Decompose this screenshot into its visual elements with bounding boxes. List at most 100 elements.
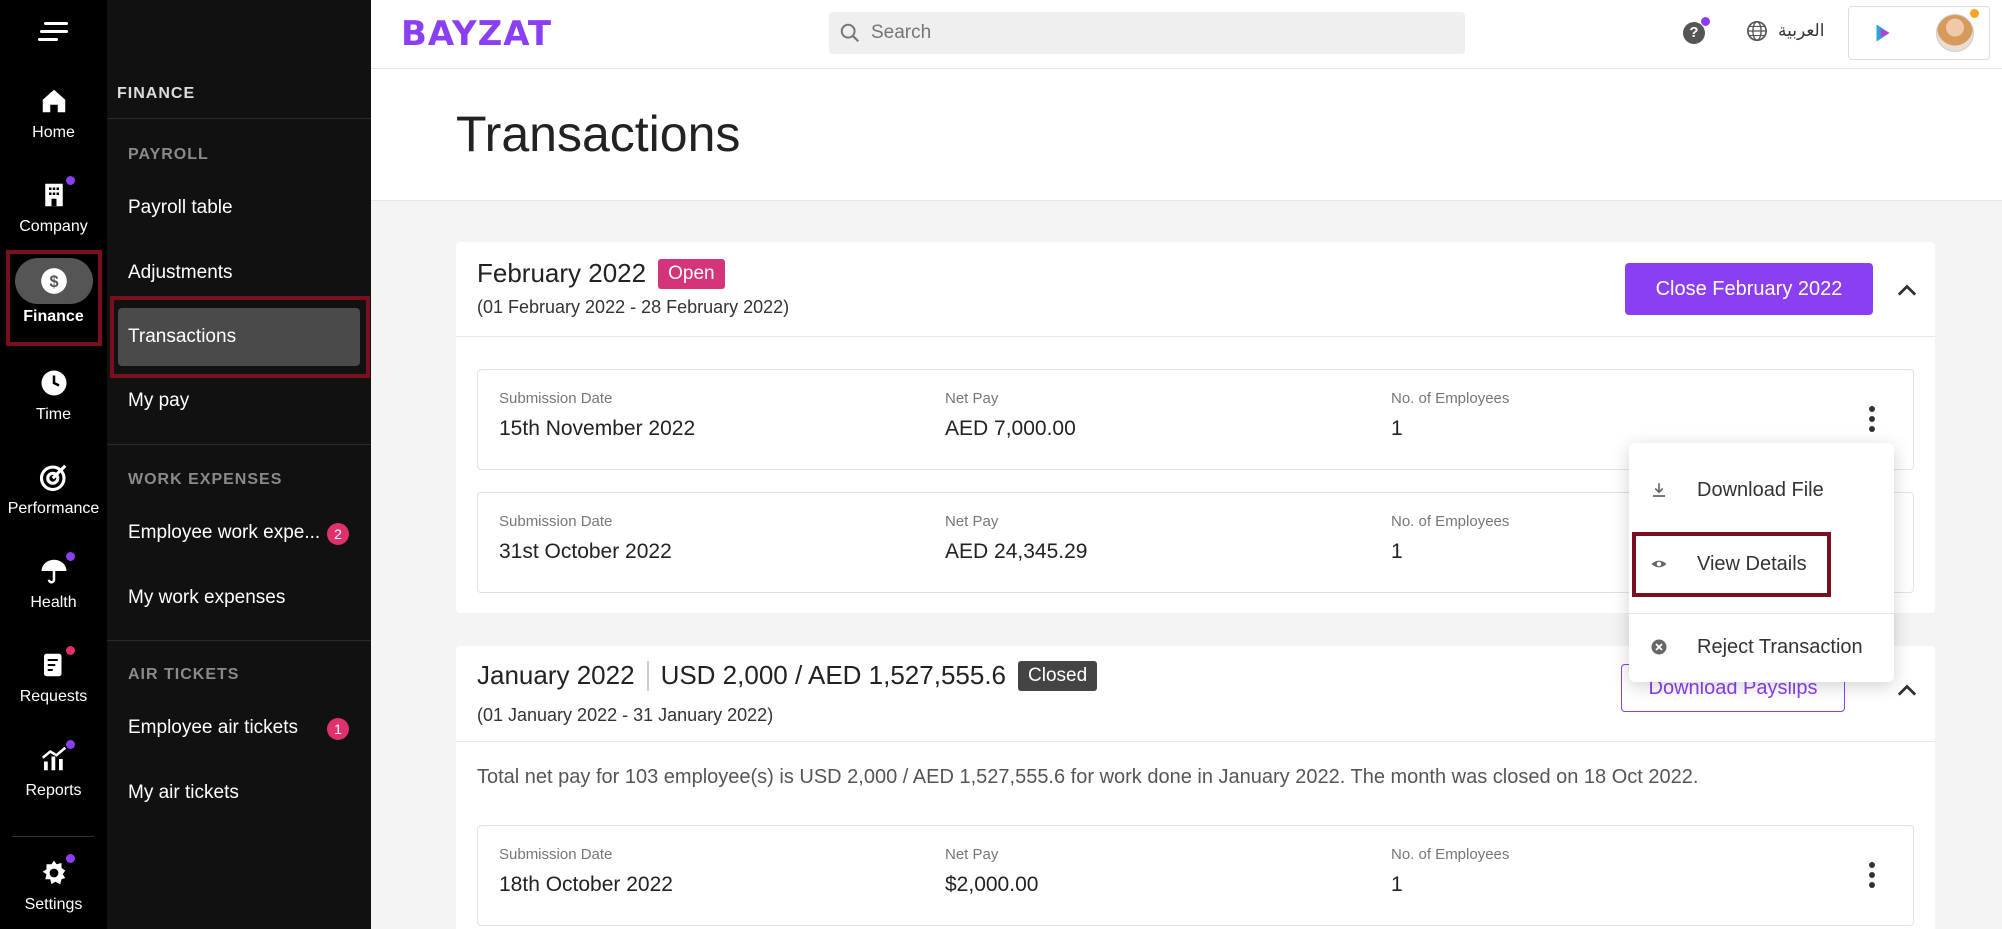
- rail-item-home[interactable]: Home: [0, 70, 107, 150]
- download-icon: [1649, 480, 1669, 500]
- rail-item-time[interactable]: Time: [0, 352, 107, 432]
- month-name: February 2022: [477, 258, 647, 288]
- kebab-menu-icon[interactable]: [1869, 406, 1877, 434]
- avatar: [1936, 14, 1974, 52]
- kebab-menu-icon[interactable]: [1869, 862, 1877, 890]
- rail-label: Reports: [25, 782, 82, 799]
- language-label: العربية: [1778, 21, 1825, 40]
- month-name: January 2022: [477, 660, 635, 690]
- search-bar[interactable]: [829, 12, 1465, 54]
- gear-icon: [37, 854, 75, 890]
- count-badge: 1: [327, 718, 349, 740]
- rail-item-health[interactable]: Health: [0, 540, 107, 620]
- help-icon[interactable]: ?: [1683, 17, 1710, 44]
- clock-icon: [37, 366, 71, 400]
- submission-cell: Submission Date 18th October 2022: [499, 846, 673, 897]
- transaction-row: Submission Date 18th October 2022 Net Pa…: [477, 825, 1914, 926]
- title-band: Transactions: [371, 69, 2002, 201]
- language-switch[interactable]: العربية: [1746, 20, 1824, 42]
- status-badge: Closed: [1018, 660, 1098, 691]
- submission-label: Submission Date: [499, 846, 613, 863]
- company-logo-icon: [1863, 17, 1903, 49]
- sidebar-item-payroll-table[interactable]: Payroll table: [128, 197, 233, 219]
- menu-icon[interactable]: [38, 22, 68, 46]
- section-air-tickets: AIR TICKETS: [128, 666, 240, 683]
- netpay-value: $2,000.00: [945, 873, 1039, 896]
- reports-icon: [37, 740, 75, 776]
- netpay-label: Net Pay: [945, 513, 999, 530]
- profile-menu[interactable]: [1848, 6, 1990, 60]
- menu-item-label: Reject Transaction: [1697, 635, 1863, 658]
- search-icon: [840, 23, 860, 43]
- employees-value: 1: [1391, 873, 1403, 896]
- month-card-january: January 2022 USD 2,000 / AED 1,527,555.6…: [456, 646, 1935, 929]
- sidebar-item-my-work-expenses[interactable]: My work expenses: [128, 587, 285, 609]
- x-circle-icon: [1649, 637, 1669, 657]
- submission-cell: Submission Date 15th November 2022: [499, 390, 695, 441]
- divider: [456, 336, 1935, 337]
- sidebar-item-my-air-tickets[interactable]: My air tickets: [128, 782, 239, 804]
- divider: [456, 741, 1935, 742]
- rail-label: Home: [32, 124, 75, 141]
- employees-cell: No. of Employees 1: [1391, 513, 1509, 564]
- month-title: February 2022 Open: [477, 258, 725, 289]
- close-month-button[interactable]: Close February 2022: [1625, 263, 1873, 315]
- chevron-up-icon[interactable]: [1893, 676, 1921, 704]
- rail-item-requests[interactable]: Requests: [0, 634, 107, 714]
- netpay-cell: Net Pay AED 24,345.29: [945, 513, 1087, 564]
- employees-cell: No. of Employees 1: [1391, 846, 1509, 897]
- sidebar-heading: FINANCE: [117, 85, 196, 102]
- submission-cell: Submission Date 31st October 2022: [499, 513, 672, 564]
- highlight-view-details: [1632, 532, 1831, 597]
- highlight-finance: [6, 250, 102, 346]
- netpay-cell: Net Pay $2,000.00: [945, 846, 1038, 897]
- month-range: (01 February 2022 - 28 February 2022): [477, 297, 790, 317]
- home-icon: [37, 84, 71, 118]
- rail-item-settings[interactable]: Settings: [0, 842, 107, 922]
- month-title: January 2022 USD 2,000 / AED 1,527,555.6…: [477, 660, 1098, 691]
- menu-item-download-file[interactable]: Download File: [1629, 460, 1894, 520]
- menu-item-reject-transaction[interactable]: Reject Transaction: [1629, 617, 1894, 677]
- rail-item-performance[interactable]: Performance: [0, 446, 107, 526]
- sidebar-item-adjustments[interactable]: Adjustments: [128, 262, 233, 284]
- netpay-label: Net Pay: [945, 846, 999, 863]
- rail-label: Company: [19, 218, 88, 235]
- rail-item-reports[interactable]: Reports: [0, 728, 107, 808]
- divider: [107, 640, 371, 641]
- rail-item-company[interactable]: Company: [0, 164, 107, 244]
- top-bar: BAYZAT ? العربية: [371, 0, 2002, 69]
- employees-label: No. of Employees: [1391, 513, 1510, 530]
- rail-divider: [12, 836, 94, 837]
- target-icon: [37, 460, 71, 494]
- rail-label: Health: [30, 594, 77, 611]
- notification-dot: [65, 176, 75, 185]
- chevron-up-icon[interactable]: [1893, 276, 1921, 304]
- submission-date: 18th October 2022: [499, 873, 673, 896]
- month-range: (01 January 2022 - 31 January 2022): [477, 705, 774, 725]
- search-input[interactable]: [871, 18, 1431, 48]
- netpay-value: AED 24,345.29: [945, 540, 1088, 563]
- netpay-value: AED 7,000.00: [945, 417, 1076, 440]
- status-badge: Open: [658, 258, 725, 289]
- netpay-label: Net Pay: [945, 390, 999, 407]
- section-work-expenses: WORK EXPENSES: [128, 471, 283, 488]
- sidebar-item-employee-air-tickets[interactable]: Employee air tickets: [128, 717, 298, 739]
- employees-value: 1: [1391, 417, 1403, 440]
- highlight-transactions: [110, 296, 370, 378]
- sidebar-item-employee-work-expenses[interactable]: Employee work expe...: [128, 522, 320, 544]
- employees-cell: No. of Employees 1: [1391, 390, 1509, 441]
- finance-sidebar: FINANCE PAYROLL Payroll table Adjustment…: [107, 0, 371, 929]
- submission-date: 31st October 2022: [499, 540, 672, 563]
- help-glyph: ?: [1689, 24, 1699, 41]
- sidebar-item-my-pay[interactable]: My pay: [128, 390, 189, 412]
- status-dot: [1970, 9, 1979, 18]
- bayzat-logo[interactable]: BAYZAT: [401, 14, 552, 54]
- notification-dot: [65, 552, 75, 561]
- employees-label: No. of Employees: [1391, 390, 1510, 407]
- submission-label: Submission Date: [499, 513, 613, 530]
- section-payroll: PAYROLL: [128, 146, 209, 163]
- month-summary: Total net pay for 103 employee(s) is USD…: [477, 766, 1699, 788]
- notification-dot: [1701, 17, 1710, 26]
- requests-icon: [37, 646, 75, 682]
- submission-date: 15th November 2022: [499, 417, 696, 440]
